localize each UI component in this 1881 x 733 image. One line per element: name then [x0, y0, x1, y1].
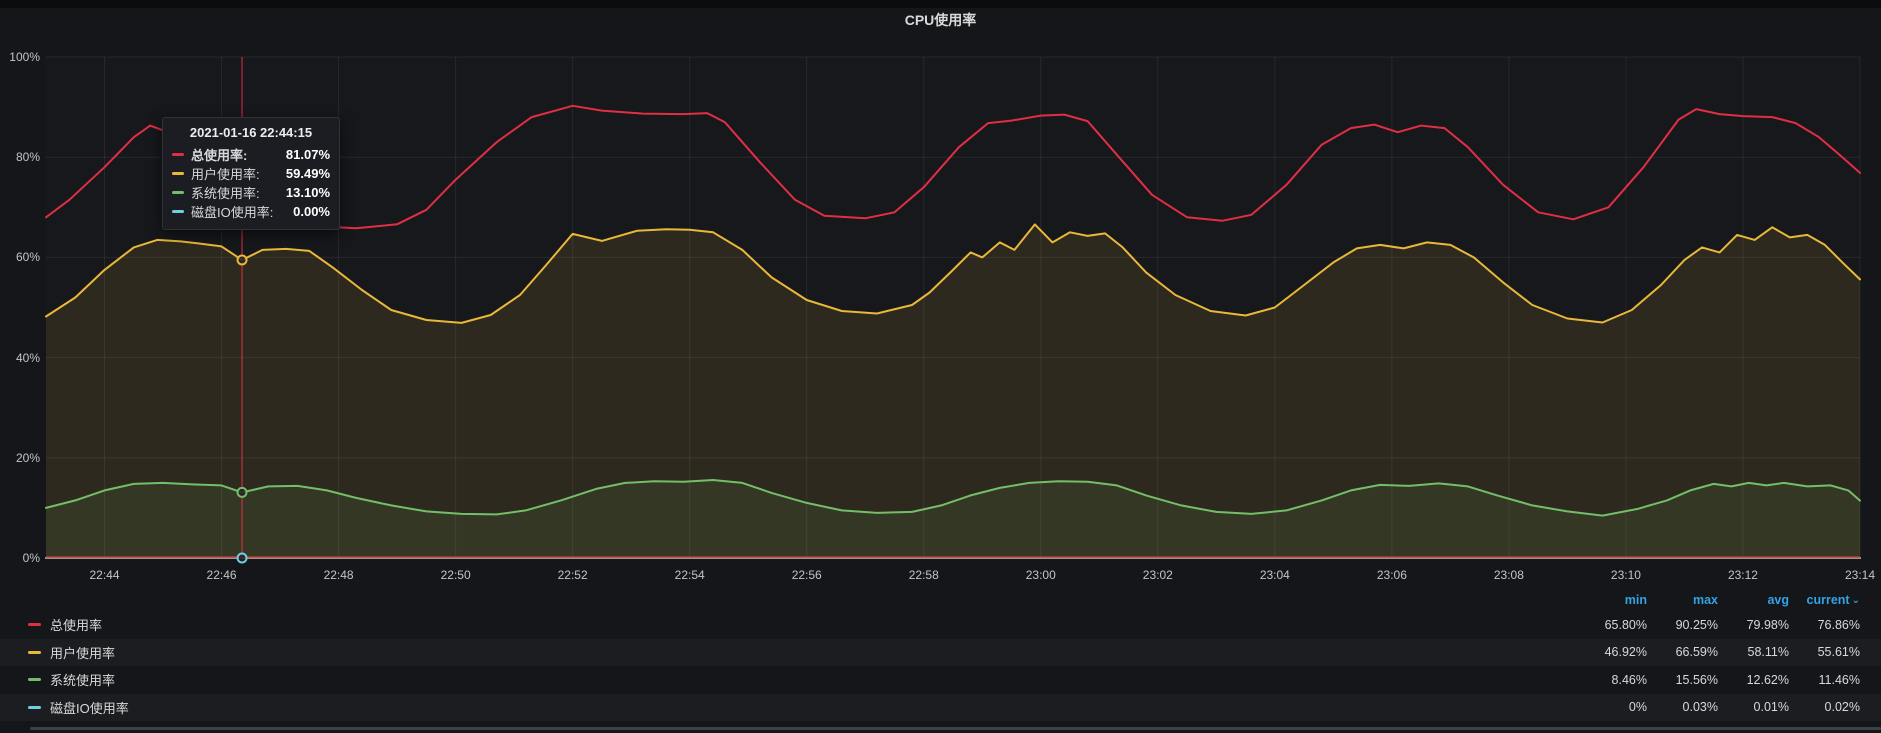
x-axis-label: 23:06 [1377, 568, 1407, 582]
horizontal-scrollbar[interactable] [30, 727, 1881, 730]
x-axis-label: 22:44 [90, 568, 120, 582]
x-axis-label: 23:10 [1611, 568, 1641, 582]
legend-value-avg: 79.98% [1718, 618, 1789, 632]
legend-series-label[interactable]: 系统使用率 [50, 670, 1576, 689]
panel-title[interactable]: CPU使用率 [0, 10, 1881, 30]
series-color-dash-icon [172, 172, 184, 175]
legend-value-min: 46.92% [1576, 645, 1647, 659]
tooltip-row: 总使用率:81.07% [172, 145, 330, 164]
tooltip-rows: 总使用率:81.07%用户使用率:59.49%系统使用率:13.10%磁盘IO使… [172, 145, 330, 221]
legend-value-min: 0% [1576, 700, 1647, 714]
legend-value-avg: 58.11% [1718, 645, 1789, 659]
tooltip-series-label: 总使用率: [191, 145, 286, 164]
legend-header-current[interactable]: current⌄ [1789, 593, 1860, 607]
y-axis-label: 100% [0, 50, 40, 64]
legend-header-min[interactable]: min [1576, 593, 1647, 607]
legend-value-max: 0.03% [1647, 700, 1718, 714]
legend-value-min: 65.80% [1576, 618, 1647, 632]
tooltip-series-label: 系统使用率: [191, 183, 286, 202]
x-axis-label: 22:48 [324, 568, 354, 582]
legend-value-max: 15.56% [1647, 673, 1718, 687]
legend-row: 系统使用率8.46%15.56%12.62%11.46% [0, 666, 1881, 694]
tooltip-row: 系统使用率:13.10% [172, 183, 330, 202]
legend-value-current: 11.46% [1789, 673, 1860, 687]
x-axis-label: 22:52 [558, 568, 588, 582]
series-color-dash-icon[interactable] [28, 678, 41, 681]
tooltip-series-value: 0.00% [293, 204, 330, 219]
tooltip-row: 用户使用率:59.49% [172, 164, 330, 183]
legend-value-avg: 0.01% [1718, 700, 1789, 714]
series-color-dash-icon [172, 191, 184, 194]
tooltip-series-value: 13.10% [286, 185, 330, 200]
x-axis-label: 22:46 [207, 568, 237, 582]
legend-value-avg: 12.62% [1718, 673, 1789, 687]
legend-value-max: 66.59% [1647, 645, 1718, 659]
tooltip-series-label: 用户使用率: [191, 164, 286, 183]
hover-point-磁盘IO使用率 [238, 554, 247, 563]
tooltip-series-label: 磁盘IO使用率: [191, 202, 293, 221]
legend-series-label[interactable]: 总使用率 [50, 615, 1576, 634]
legend-row: 磁盘IO使用率0%0.03%0.01%0.02% [0, 694, 1881, 722]
legend-value-max: 90.25% [1647, 618, 1718, 632]
x-axis-label: 22:50 [441, 568, 471, 582]
hover-point-用户使用率 [238, 255, 247, 264]
y-axis-label: 20% [0, 451, 40, 465]
x-axis-label: 22:56 [792, 568, 822, 582]
legend-row: 总使用率65.80%90.25%79.98%76.86% [0, 611, 1881, 639]
x-axis-label: 23:12 [1728, 568, 1758, 582]
legend-header: minmaxavgcurrent⌄ [0, 588, 1881, 611]
legend-series-label[interactable]: 用户使用率 [50, 643, 1576, 662]
series-color-dash-icon [172, 210, 184, 213]
x-axis-label: 23:04 [1260, 568, 1290, 582]
x-axis-label: 22:54 [675, 568, 705, 582]
series-color-dash-icon [172, 153, 184, 156]
y-axis-label: 40% [0, 351, 40, 365]
tooltip-row: 磁盘IO使用率:0.00% [172, 202, 330, 221]
grafana-panel: CPU使用率 100% 80% 60% 40% 20% 0% 22:44 22:46 22:4… [0, 0, 1881, 733]
x-axis-label: 23:14 [1845, 568, 1875, 582]
series-color-dash-icon[interactable] [28, 623, 41, 626]
x-axis-label: 22:58 [909, 568, 939, 582]
tooltip-timestamp: 2021-01-16 22:44:15 [172, 125, 330, 140]
y-axis-label: 0% [0, 551, 40, 565]
x-axis-label: 23:08 [1494, 568, 1524, 582]
legend: minmaxavgcurrent⌄ 总使用率65.80%90.25%79.98%… [0, 588, 1881, 721]
legend-value-current: 55.61% [1789, 645, 1860, 659]
tooltip-series-value: 59.49% [286, 166, 330, 181]
series-color-dash-icon[interactable] [28, 651, 41, 654]
legend-value-min: 8.46% [1576, 673, 1647, 687]
sort-caret-down-icon: ⌄ [1852, 595, 1860, 606]
legend-value-current: 76.86% [1789, 618, 1860, 632]
legend-header-avg[interactable]: avg [1718, 593, 1789, 607]
legend-series-label[interactable]: 磁盘IO使用率 [50, 698, 1576, 717]
legend-value-current: 0.02% [1789, 700, 1860, 714]
hover-point-系统使用率 [238, 488, 247, 497]
tooltip-series-value: 81.07% [286, 147, 330, 162]
plot-svg [0, 0, 1881, 588]
chart-tooltip: 2021-01-16 22:44:15 总使用率:81.07%用户使用率:59.… [162, 117, 340, 230]
cpu-usage-chart[interactable]: 100% 80% 60% 40% 20% 0% 22:44 22:46 22:48 22:50 2… [0, 0, 1881, 588]
y-axis-label: 80% [0, 150, 40, 164]
legend-row: 用户使用率46.92%66.59%58.11%55.61% [0, 639, 1881, 667]
x-axis-label: 23:00 [1026, 568, 1056, 582]
series-color-dash-icon[interactable] [28, 706, 41, 709]
y-axis-label: 60% [0, 250, 40, 264]
legend-header-max[interactable]: max [1647, 593, 1718, 607]
x-axis-label: 23:02 [1143, 568, 1173, 582]
legend-rows: 总使用率65.80%90.25%79.98%76.86%用户使用率46.92%6… [0, 611, 1881, 721]
